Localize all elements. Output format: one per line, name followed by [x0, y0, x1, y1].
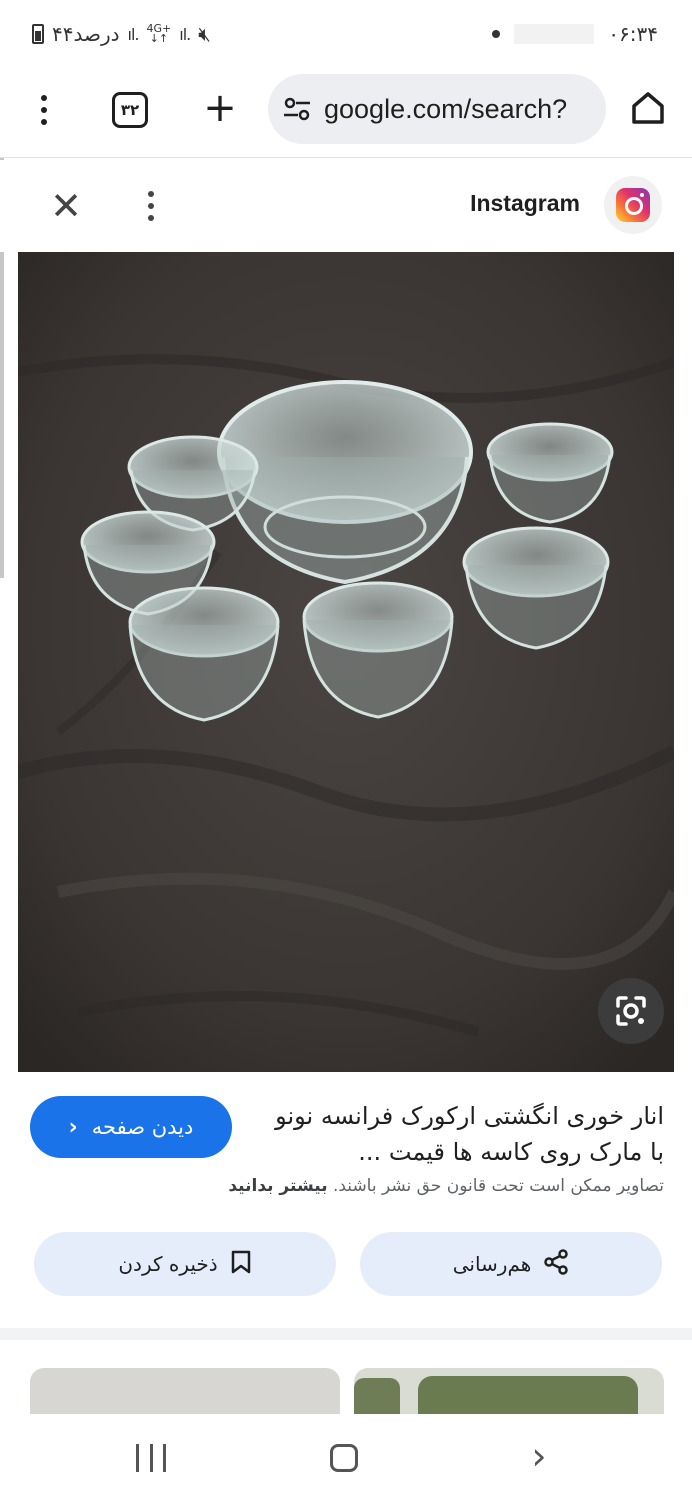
signal-icon: ıl. — [179, 24, 191, 44]
tune-icon[interactable] — [282, 97, 312, 121]
related-thumbnail[interactable] — [354, 1368, 664, 1414]
related-thumbnail[interactable] — [30, 1368, 340, 1414]
battery-text: ۴۴درصد — [52, 22, 120, 46]
recents-icon[interactable] — [136, 1444, 166, 1472]
share-icon — [543, 1248, 569, 1280]
menu-icon[interactable] — [28, 90, 60, 130]
copyright-notice: تصاویر ممکن است تحت قانون حق نشر باشند. … — [228, 1176, 664, 1196]
plus-icon[interactable]: + — [198, 86, 242, 130]
battery-icon — [32, 24, 44, 44]
share-button[interactable]: هم‌رسانی — [360, 1232, 662, 1296]
tab-switcher-icon[interactable]: ۳۲ — [112, 92, 148, 128]
signal-icon: ıl. — [127, 24, 140, 44]
chevron-left-icon: ‹ — [68, 1114, 78, 1140]
close-icon[interactable]: ✕ — [46, 186, 86, 226]
network-icon: 4G+ ↓↑ — [146, 22, 172, 45]
url-text: google.com/search? — [324, 93, 568, 124]
status-right-group: ۰۶:۳۴ — [492, 22, 658, 46]
clock: ۰۶:۳۴ — [608, 22, 658, 46]
system-nav-bar: › — [0, 1414, 692, 1500]
image-panel-header: ✕ Instagram — [0, 160, 692, 252]
result-title[interactable]: انار خوری انگشتی ارکورک فرانسه نونو با م… — [264, 1098, 664, 1170]
result-info: دیدن صفحه ‹ انار خوری انگشتی ارکورک فران… — [0, 1072, 692, 1328]
bookmark-icon — [230, 1249, 252, 1280]
notification-dot-icon — [492, 30, 501, 38]
copyright-text: تصاویر ممکن است تحت قانون حق نشر باشند. — [332, 1176, 664, 1196]
share-label: هم‌رسانی — [452, 1252, 532, 1276]
section-divider — [0, 1328, 692, 1340]
learn-more-link[interactable]: بیشتر بدانید — [228, 1176, 327, 1196]
tab-count: ۳۲ — [120, 101, 140, 119]
related-images — [0, 1340, 692, 1414]
google-lens-icon[interactable] — [598, 978, 664, 1044]
result-image[interactable] — [18, 252, 674, 1072]
visit-page-button[interactable]: دیدن صفحه ‹ — [30, 1096, 232, 1158]
more-vert-icon[interactable] — [136, 186, 166, 226]
home-nav-icon[interactable] — [330, 1444, 358, 1472]
save-button[interactable]: ذخیره کردن — [34, 1232, 336, 1296]
mute-icon: 🔇︎ — [198, 22, 211, 46]
save-label: ذخیره کردن — [118, 1252, 218, 1276]
home-icon[interactable] — [628, 88, 668, 128]
status-bar: ۴۴درصد ıl. 4G+ ↓↑ ıl. 🔇︎ ۰۶:۳۴ — [0, 0, 692, 70]
back-icon[interactable]: › — [524, 1436, 554, 1476]
visit-page-label: دیدن صفحه — [91, 1115, 194, 1139]
status-left-group: ۴۴درصد ıl. 4G+ ↓↑ ıl. 🔇︎ — [32, 22, 211, 46]
browser-toolbar: ۳۲ + google.com/search? — [0, 70, 692, 158]
source-name[interactable]: Instagram — [470, 190, 580, 217]
instagram-logo[interactable] — [604, 176, 662, 234]
address-bar[interactable]: google.com/search? — [268, 74, 606, 144]
redacted-area — [514, 24, 595, 44]
network-label: 4G+ — [146, 22, 172, 35]
